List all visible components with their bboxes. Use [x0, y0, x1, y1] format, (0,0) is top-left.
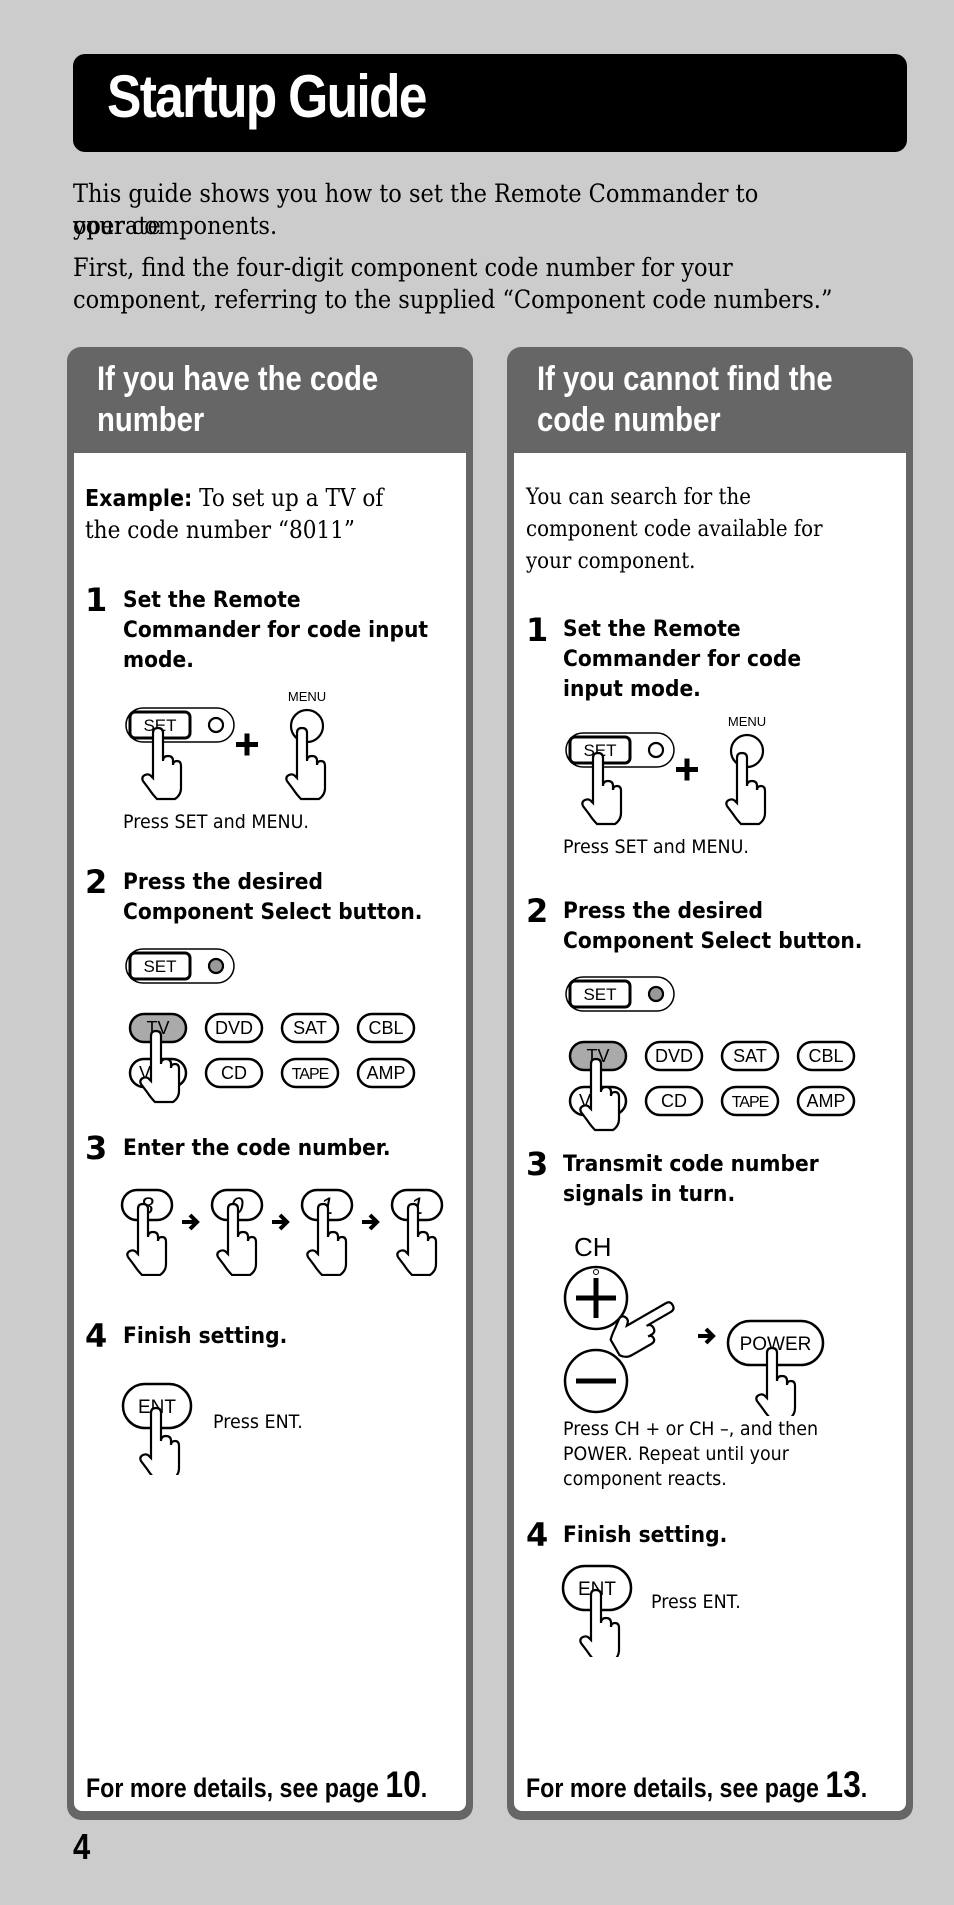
step-4-text: Finish setting. — [123, 1324, 288, 1349]
svg-text:CD: CD — [661, 1091, 687, 1111]
svg-text:TAPE: TAPE — [732, 1094, 769, 1111]
step-2-text: Press the desired Component Select button… — [123, 870, 423, 925]
example-text-1: To set up a TV of — [192, 484, 384, 512]
panel-title-line: If you have the code — [97, 360, 379, 398]
menu-label: MENU — [288, 689, 326, 704]
set-menu-illustration: SET MENU — [125, 689, 327, 801]
component-button-tape: TAPE — [720, 1085, 780, 1117]
step-4-text: Finish setting. — [563, 1523, 728, 1548]
svg-text:SET: SET — [143, 957, 176, 976]
step-number: 1 — [526, 611, 549, 649]
svg-text:DVD: DVD — [215, 1018, 253, 1038]
intro-line-3: First, find the four-digit component cod… — [73, 253, 733, 282]
component-button-sat: SAT — [280, 1012, 340, 1044]
hand-pointer-icon — [285, 726, 327, 801]
channel-down-button — [563, 1348, 629, 1414]
arrow-right-icon — [698, 1327, 716, 1345]
panel-title-line: If you cannot find the — [537, 360, 833, 398]
panel-title-line: number — [97, 401, 205, 439]
set-menu-illustration: SET MENU — [565, 714, 767, 826]
component-button-cd: CD — [644, 1085, 704, 1117]
component-button-cd: CD — [204, 1057, 264, 1089]
page-reference[interactable]: 10 — [385, 1764, 420, 1805]
component-select-illustration: SETTVDVDSATCBLVCRCDTAPEAMP — [565, 976, 856, 1132]
component-button-amp: AMP — [356, 1057, 416, 1089]
step-1-text: Set the Remote Commander for code input mo… — [123, 588, 429, 673]
svg-text:CBL: CBL — [368, 1018, 403, 1038]
panel-title: If you cannot find the code number — [537, 359, 898, 441]
code-digits-illustration: 8011 — [120, 1188, 444, 1276]
step-number: 4 — [526, 1516, 549, 1554]
indicator-led — [647, 985, 665, 1003]
footer-more-details: For more details, see page 13. — [526, 1764, 868, 1805]
svg-text:SAT: SAT — [293, 1018, 327, 1038]
page-number: 4 — [73, 1826, 91, 1867]
component-button-cbl: CBL — [356, 1012, 416, 1044]
svg-text:SAT: SAT — [733, 1046, 767, 1066]
svg-text:CD: CD — [221, 1063, 247, 1083]
svg-text:SET: SET — [583, 985, 616, 1004]
svg-text:DVD: DVD — [655, 1046, 693, 1066]
step-number: 3 — [526, 1145, 549, 1183]
set-bar: SET — [565, 976, 675, 1012]
example-label: Example: — [85, 486, 193, 512]
indicator-led — [207, 957, 225, 975]
arrow-right-icon — [272, 1213, 290, 1231]
component-button-dvd: DVD — [204, 1012, 264, 1044]
page-title: Startup Guide — [107, 63, 428, 130]
example-text: Example: To set up a TV of — [85, 482, 383, 515]
plus-icon — [236, 733, 258, 756]
ch-label: CH — [574, 1232, 612, 1262]
set-bar: SET — [565, 732, 675, 768]
search-intro: You can search for the component code ava… — [526, 485, 823, 574]
panel-title-line: code number — [537, 401, 721, 439]
set-bar: SET — [125, 948, 235, 984]
step-number: 3 — [85, 1129, 108, 1167]
arrow-right-icon — [362, 1213, 380, 1231]
step-4-caption: Press ENT. — [213, 1411, 303, 1433]
example-text-2: the code number “8011” — [85, 516, 355, 544]
set-bar: SET — [125, 707, 235, 743]
hand-pointer-icon — [725, 751, 767, 826]
component-select-illustration: SETTVDVDSATCBLVCRCDTAPEAMP — [125, 948, 416, 1104]
ent-illustration: ENT — [121, 1382, 193, 1475]
svg-text:AMP: AMP — [366, 1063, 405, 1083]
component-button-sat: SAT — [720, 1040, 780, 1072]
step-number: 1 — [85, 581, 108, 619]
channel-power-illustration: CH POWER — [563, 1232, 825, 1416]
page-reference[interactable]: 13 — [825, 1764, 860, 1805]
svg-text:AMP: AMP — [806, 1091, 845, 1111]
intro-line-2: your components. — [73, 211, 278, 240]
step-3-caption: Press CH + or CH –, and then POWER. Repea… — [563, 1418, 819, 1490]
panel-title: If you have the code number — [97, 359, 458, 441]
svg-text:CBL: CBL — [808, 1046, 843, 1066]
menu-label: MENU — [728, 714, 766, 729]
svg-text:TAPE: TAPE — [292, 1066, 329, 1083]
step-2-text: Press the desired Component Select button… — [563, 899, 863, 954]
step-3-text: Enter the code number. — [123, 1136, 391, 1161]
component-button-cbl: CBL — [796, 1040, 856, 1072]
plus-icon — [676, 758, 698, 781]
step-number: 4 — [85, 1317, 108, 1355]
ent-illustration: ENT — [561, 1564, 633, 1657]
step-3-text: Transmit code number signals in turn. — [563, 1152, 819, 1207]
component-button-dvd: DVD — [644, 1040, 704, 1072]
footer-more-details: For more details, see page 10. — [86, 1764, 428, 1805]
component-button-tape: TAPE — [280, 1057, 340, 1089]
component-button-amp: AMP — [796, 1085, 856, 1117]
step-1-text: Set the Remote Commander for code input mo… — [563, 617, 802, 702]
step-4-caption: Press ENT. — [651, 1591, 741, 1613]
arrow-right-icon — [182, 1213, 200, 1231]
step-1-caption: Press SET and MENU. — [563, 836, 749, 858]
step-number: 2 — [85, 863, 108, 901]
intro-line-4: component, referring to the supplied “Co… — [73, 285, 833, 314]
step-1-caption: Press SET and MENU. — [123, 811, 309, 833]
step-number: 2 — [526, 892, 549, 930]
